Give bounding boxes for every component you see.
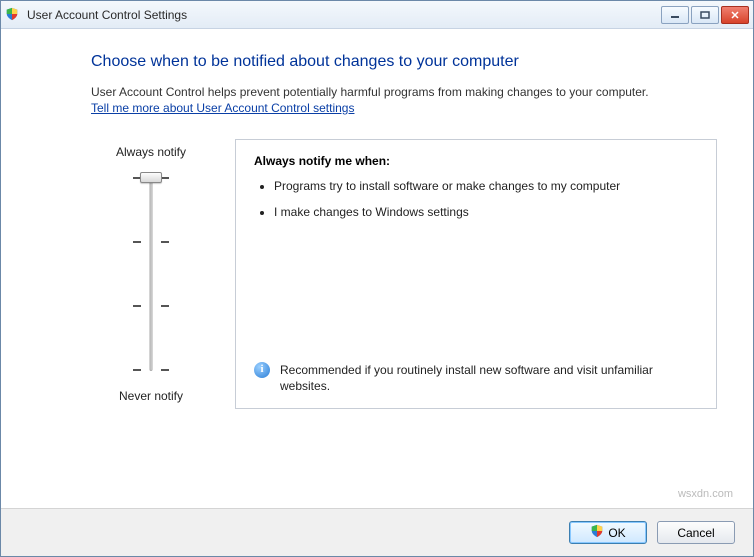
info-bullet: Programs try to install software or make…	[274, 178, 698, 194]
info-panel-title: Always notify me when:	[254, 154, 698, 168]
intro-text: User Account Control helps prevent poten…	[91, 85, 717, 99]
window-controls	[661, 6, 749, 24]
recommendation-text: Recommended if you routinely install new…	[280, 362, 698, 394]
slider-column: Always notify Never notify	[91, 139, 211, 409]
uac-shield-icon	[590, 524, 604, 541]
main-body: Always notify Never notify Alw	[91, 139, 717, 409]
info-panel: Always notify me when: Programs try to i…	[235, 139, 717, 409]
slider-label-bottom: Never notify	[91, 389, 211, 403]
slider-label-top: Always notify	[91, 145, 211, 159]
close-button[interactable]	[721, 6, 749, 24]
slider-tick	[161, 241, 169, 243]
slider-thumb[interactable]	[140, 172, 162, 183]
info-bullet-list: Programs try to install software or make…	[254, 178, 698, 220]
slider-tick	[133, 241, 141, 243]
slider-tick	[161, 369, 169, 371]
footer-bar: OK Cancel	[1, 508, 753, 556]
watermark: wsxdn.com	[678, 488, 733, 500]
titlebar: User Account Control Settings	[1, 1, 753, 29]
window-title: User Account Control Settings	[27, 8, 661, 22]
ok-button-label: OK	[608, 526, 625, 540]
recommendation-row: i Recommended if you routinely install n…	[254, 362, 698, 394]
cancel-button-label: Cancel	[677, 526, 714, 540]
ok-button[interactable]: OK	[569, 521, 647, 544]
notification-level-slider[interactable]	[121, 169, 181, 379]
page-heading: Choose when to be notified about changes…	[91, 53, 717, 71]
slider-track	[150, 177, 153, 371]
slider-tick	[133, 369, 141, 371]
slider-tick	[133, 305, 141, 307]
info-bullet: I make changes to Windows settings	[274, 204, 698, 220]
slider-tick	[161, 177, 169, 179]
uac-settings-window: User Account Control Settings Choose whe…	[0, 0, 754, 557]
help-link[interactable]: Tell me more about User Account Control …	[91, 101, 354, 115]
slider-tick	[161, 305, 169, 307]
content-area: Choose when to be notified about changes…	[1, 29, 753, 556]
info-icon: i	[254, 362, 270, 378]
cancel-button[interactable]: Cancel	[657, 521, 735, 544]
maximize-button[interactable]	[691, 6, 719, 24]
uac-shield-icon	[5, 7, 21, 23]
minimize-button[interactable]	[661, 6, 689, 24]
